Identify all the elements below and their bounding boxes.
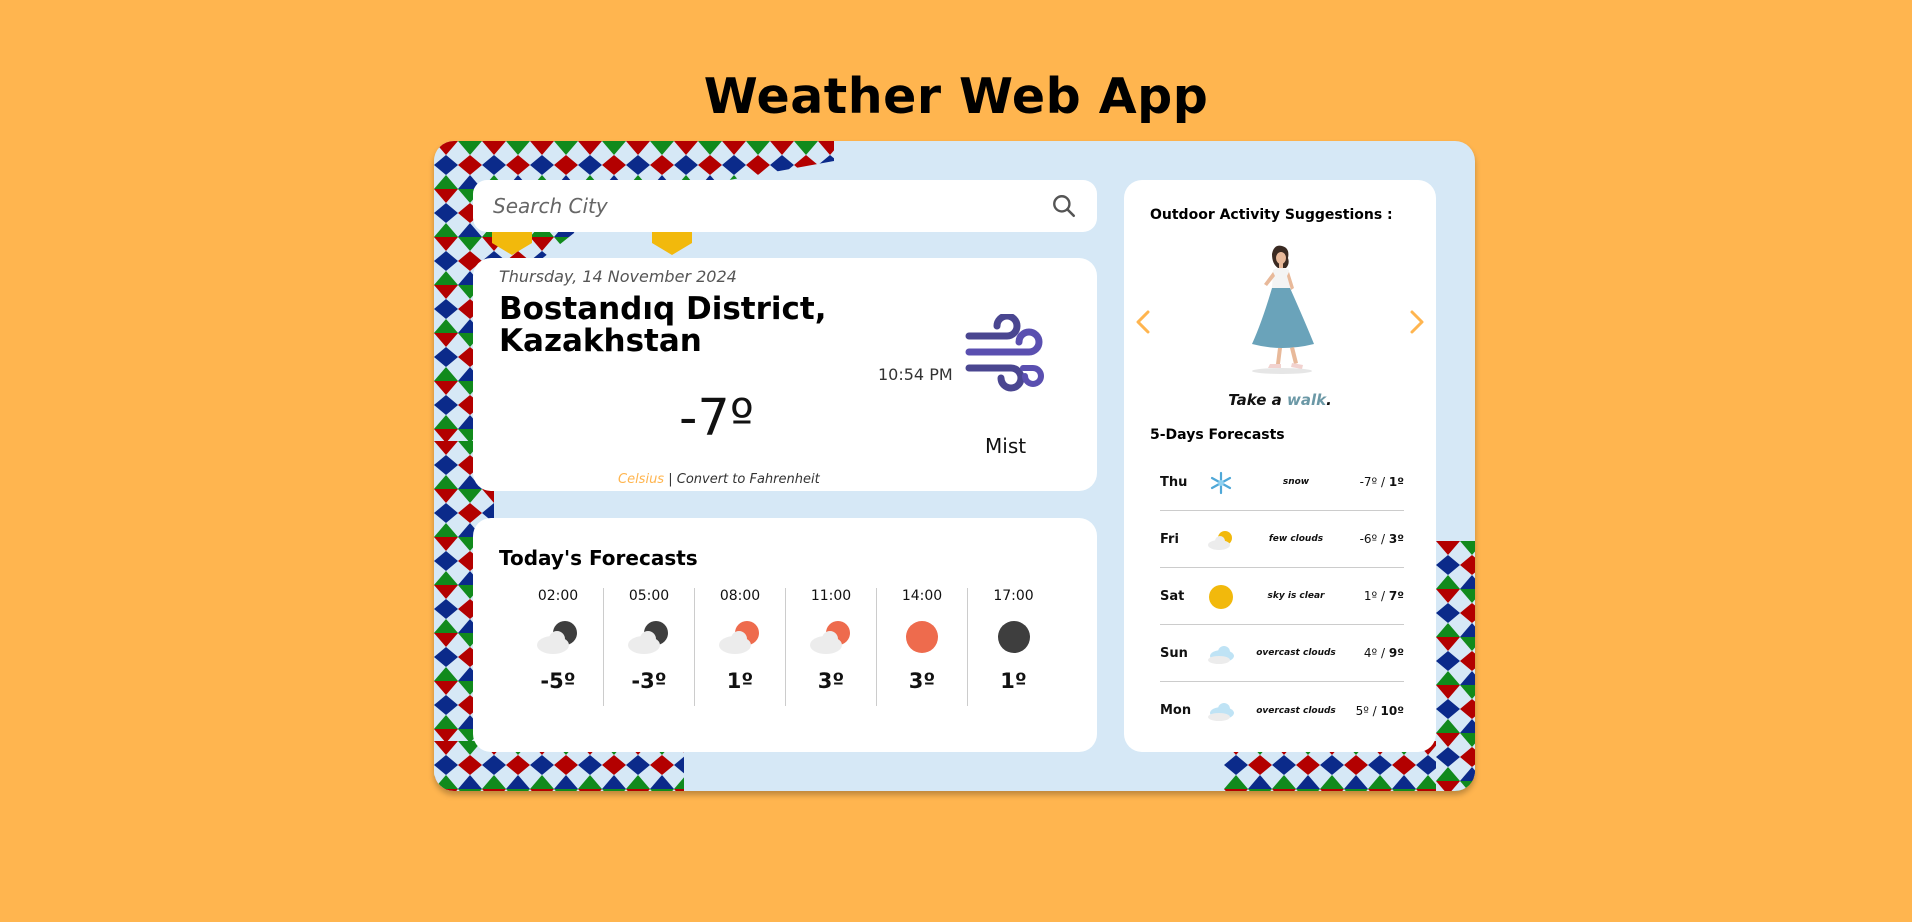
page-title: Weather Web App <box>703 68 1209 125</box>
activity-highlight: walk <box>1286 391 1327 409</box>
forecast-day: Mon <box>1160 703 1192 718</box>
forecast-separator: / <box>1377 646 1389 660</box>
hour-time: 02:00 <box>537 588 579 604</box>
sun-icon <box>906 621 938 653</box>
hourly-forecast-grid: 02:00 -5º 05:00 -3º 08:00 1º 11:00 3º 14… <box>513 588 1059 718</box>
hourly-forecast-item: 02:00 -5º <box>513 588 604 706</box>
search-input[interactable] <box>493 194 1051 218</box>
forecast-min: 5º <box>1355 703 1369 718</box>
forecast-min: 4º <box>1363 646 1378 660</box>
overcast-clouds-icon <box>1208 703 1234 721</box>
unit-separator: | <box>664 472 677 487</box>
forecast-separator: / <box>1377 532 1389 546</box>
side-panel: Outdoor Activity Suggestions : Take a wa… <box>1124 180 1436 752</box>
weather-app-card: Thursday, 14 November 2024 Bostandıq Dis… <box>434 141 1475 791</box>
forecast-desc: overcast clouds <box>1256 705 1336 716</box>
hour-temp: 1º <box>726 669 754 693</box>
few-clouds-icon <box>1208 531 1232 550</box>
today-forecast-card: Today's Forecasts 02:00 -5º 05:00 -3º 08… <box>473 518 1097 752</box>
activity-suggestion: Take a walk. <box>1124 391 1436 409</box>
geometric-pattern-right-edge <box>1436 541 1475 791</box>
forecast-temps: -6º / 3º <box>1360 532 1404 546</box>
hour-temp: -5º <box>540 669 576 693</box>
wind-icon <box>965 314 1044 392</box>
unit-toggle: Celsius | Convert to Fahrenheit <box>618 472 820 487</box>
sun-cloud-icon <box>719 621 759 654</box>
forecast-max: 7º <box>1388 589 1404 603</box>
activity-suffix: . <box>1326 391 1332 409</box>
forecast-day: Sat <box>1160 588 1185 604</box>
forecast-temps: -7º / 1º <box>1360 475 1404 489</box>
sun-cloud-icon <box>810 621 850 654</box>
forecast-day: Fri <box>1160 531 1179 547</box>
hour-time: 14:00 <box>901 588 943 604</box>
forecast-temps: 1º / 7º <box>1364 589 1404 603</box>
forecast-separator: / <box>1377 475 1389 489</box>
activity-suggestions-title: Outdoor Activity Suggestions : <box>1150 207 1393 223</box>
forecast-min: -7º <box>1359 475 1378 489</box>
hour-time: 11:00 <box>810 588 852 604</box>
hour-time: 05:00 <box>628 588 670 604</box>
forecast-max: 10º <box>1380 703 1404 718</box>
forecast-temps: 5º / 10º <box>1356 704 1404 718</box>
forecast-min: -6º <box>1359 532 1378 546</box>
current-time: 10:54 PM <box>878 365 953 384</box>
forecast-temps: 4º / 9º <box>1364 646 1404 660</box>
current-date: Thursday, 14 November 2024 <box>499 267 737 286</box>
sun-icon <box>1209 585 1233 609</box>
hourly-forecast-item: 14:00 3º <box>877 588 968 706</box>
moon-icon <box>997 621 1030 653</box>
forecast-separator: / <box>1368 703 1381 718</box>
chevron-left-icon[interactable] <box>1132 308 1154 336</box>
hourly-forecast-item: 08:00 1º <box>695 588 786 706</box>
forecast-row: Fri few clouds -6º / 3º <box>1160 511 1404 568</box>
five-day-forecast-list: Thu snow -7º / 1º Fri few clouds -6º / 3… <box>1160 454 1404 739</box>
fahrenheit-link[interactable]: Convert to Fahrenheit <box>677 472 820 487</box>
forecast-row: Sun overcast clouds 4º / 9º <box>1160 625 1404 682</box>
forecast-desc: snow <box>1282 477 1310 487</box>
forecast-desc: overcast clouds <box>1256 648 1336 658</box>
celsius-link[interactable]: Celsius <box>618 472 664 487</box>
moon-cloud-icon <box>537 621 577 654</box>
forecast-row: Thu snow -7º / 1º <box>1160 454 1404 511</box>
forecast-desc: sky is clear <box>1267 591 1325 601</box>
hourly-forecast-item: 17:00 1º <box>968 588 1059 706</box>
current-temperature: -7º <box>679 389 754 448</box>
current-location: Bostandıq District, Kazakhstan <box>499 291 827 359</box>
geometric-pattern-yellow-accents <box>492 231 692 255</box>
forecast-min: 1º <box>1363 589 1378 603</box>
forecast-max: 9º <box>1388 646 1404 660</box>
hourly-forecast-item: 11:00 3º <box>786 588 877 706</box>
overcast-clouds-icon <box>1208 646 1234 664</box>
snowflake-icon <box>1210 471 1232 495</box>
today-forecast-title: Today's Forecasts <box>499 546 698 570</box>
hour-temp: 3º <box>817 669 845 693</box>
hour-time: 08:00 <box>719 588 761 604</box>
forecast-desc: few clouds <box>1268 534 1324 544</box>
forecast-max: 1º <box>1388 475 1404 489</box>
forecast-max: 3º <box>1388 532 1404 546</box>
forecast-separator: / <box>1377 589 1389 603</box>
current-weather-card: Thursday, 14 November 2024 Bostandıq Dis… <box>473 258 1097 491</box>
activity-prefix: Take a <box>1228 391 1287 409</box>
search-bar <box>473 180 1097 232</box>
hour-time: 17:00 <box>993 588 1034 604</box>
forecast-day: Sun <box>1160 645 1188 661</box>
chevron-right-icon[interactable] <box>1406 308 1428 336</box>
forecast-day: Thu <box>1160 474 1188 490</box>
current-condition: Mist <box>985 434 1027 458</box>
forecast-row: Sat sky is clear 1º / 7º <box>1160 568 1404 625</box>
hour-temp: -3º <box>631 669 667 693</box>
forecast-row: Mon overcast clouds 5º / 10º <box>1160 682 1404 739</box>
five-day-forecast-title: 5-Days Forecasts <box>1150 427 1285 443</box>
search-icon[interactable] <box>1051 193 1077 219</box>
hourly-forecast-item: 05:00 -3º <box>604 588 695 706</box>
moon-cloud-icon <box>628 621 668 654</box>
walking-woman-illustration <box>1252 245 1314 374</box>
hour-temp: 3º <box>908 669 936 693</box>
hour-temp: 1º <box>1000 669 1027 693</box>
